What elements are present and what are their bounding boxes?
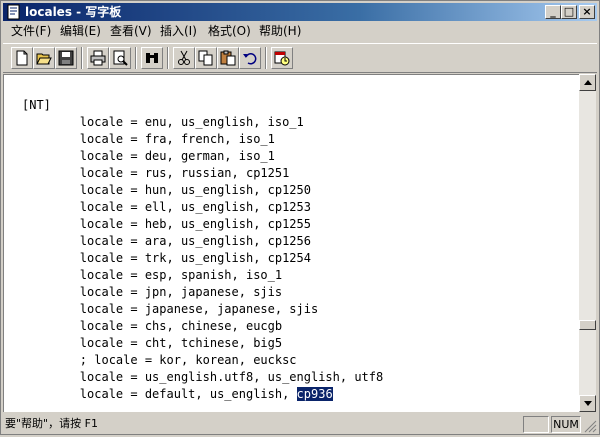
toolbar-separator xyxy=(135,47,137,69)
minimize-button[interactable]: _ xyxy=(545,5,561,19)
wordpad-window: locales - 写字板 _ □ × 文件(F) 编辑(E) 查看(V) 插入… xyxy=(0,0,600,435)
maximize-button[interactable]: □ xyxy=(561,5,577,19)
num-lock-indicator: NUM xyxy=(551,416,581,433)
find-button[interactable] xyxy=(141,47,163,69)
print-icon xyxy=(90,50,106,66)
new-document-icon xyxy=(16,50,28,66)
toolbar-separator xyxy=(81,47,83,69)
document-line: locale = chs, chinese, eucgb xyxy=(79,319,283,333)
save-button[interactable] xyxy=(55,47,77,69)
document-line: ; locale = kor, korean, eucksc xyxy=(79,353,297,367)
new-document-button[interactable] xyxy=(11,47,33,69)
toolbar xyxy=(3,43,597,73)
paste-button[interactable] xyxy=(217,47,239,69)
document-line: locale = ell, us_english, cp1253 xyxy=(79,200,311,214)
document-line: locale = ara, us_english, cp1256 xyxy=(79,234,311,248)
print-preview-button[interactable] xyxy=(109,47,131,69)
document-area[interactable]: [NT] locale = enu, us_english, iso_1 loc… xyxy=(3,74,579,412)
document-lines: [NT] locale = enu, us_english, iso_1 loc… xyxy=(22,98,383,384)
window-title: locales - 写字板 xyxy=(25,5,122,19)
arrow-down-icon xyxy=(584,401,592,406)
document-line: locale = us_english.utf8, us_english, ut… xyxy=(79,370,384,384)
save-disk-icon xyxy=(58,50,74,66)
scroll-thumb[interactable] xyxy=(579,320,596,330)
scroll-up-button[interactable] xyxy=(579,74,596,91)
insert-date-time-button[interactable] xyxy=(271,47,293,69)
document-line: locale = enu, us_english, iso_1 xyxy=(79,115,304,129)
last-line-text: locale = default, us_english, xyxy=(22,387,297,401)
resize-grip-icon[interactable] xyxy=(583,418,597,433)
menu-format[interactable]: 格式(O) xyxy=(208,24,251,39)
print-preview-icon xyxy=(113,50,128,66)
menu-insert[interactable]: 插入(I) xyxy=(160,24,197,39)
menu-file[interactable]: 文件(F) xyxy=(11,24,51,39)
cut-scissors-icon xyxy=(178,50,190,65)
copy-button[interactable] xyxy=(195,47,217,69)
document-line: locale = cht, tchinese, big5 xyxy=(79,336,283,350)
menu-view[interactable]: 查看(V) xyxy=(110,24,152,39)
menu-bar: 文件(F) 编辑(E) 查看(V) 插入(I) 格式(O) 帮助(H) xyxy=(3,22,597,41)
document-line: locale = heb, us_english, cp1255 xyxy=(79,217,311,231)
undo-icon xyxy=(243,53,257,65)
selected-text[interactable]: cp936 xyxy=(296,387,333,401)
document-line: locale = hun, us_english, cp1250 xyxy=(79,183,311,197)
document-line: locale = deu, german, iso_1 xyxy=(79,149,275,163)
find-binoculars-icon xyxy=(146,53,158,63)
open-folder-icon xyxy=(36,53,52,65)
toolbar-separator xyxy=(167,47,169,69)
paste-icon xyxy=(220,50,236,66)
document-line: locale = esp, spanish, iso_1 xyxy=(79,268,283,282)
document-line: locale = japanese, japanese, sjis xyxy=(79,302,319,316)
copy-icon xyxy=(198,50,213,66)
status-panel-empty xyxy=(523,416,549,433)
toolbar-separator xyxy=(265,47,267,69)
vertical-scrollbar[interactable] xyxy=(579,74,596,412)
document-line: locale = rus, russian, cp1251 xyxy=(79,166,290,180)
document-text[interactable]: [NT] locale = enu, us_english, iso_1 loc… xyxy=(22,97,383,403)
wordpad-app-icon[interactable] xyxy=(6,4,22,20)
document-line: locale = fra, french, iso_1 xyxy=(79,132,275,146)
cut-button[interactable] xyxy=(173,47,195,69)
scroll-down-button[interactable] xyxy=(579,395,596,412)
print-button[interactable] xyxy=(87,47,109,69)
menu-edit[interactable]: 编辑(E) xyxy=(60,24,101,39)
close-button[interactable]: × xyxy=(579,5,595,19)
status-help-text: 要"帮助"，请按 F1 xyxy=(5,417,98,430)
menu-help[interactable]: 帮助(H) xyxy=(259,24,301,39)
document-line: locale = trk, us_english, cp1254 xyxy=(79,251,311,265)
open-button[interactable] xyxy=(33,47,55,69)
arrow-up-icon xyxy=(584,80,592,85)
insert-date-time-icon xyxy=(274,51,290,66)
title-bar[interactable]: locales - 写字板 _ □ × xyxy=(3,3,597,21)
undo-button[interactable] xyxy=(239,47,261,69)
document-line: locale = jpn, japanese, sjis xyxy=(79,285,283,299)
document-line: [NT] xyxy=(22,98,51,112)
status-bar: 要"帮助"，请按 F1 NUM xyxy=(3,414,597,434)
